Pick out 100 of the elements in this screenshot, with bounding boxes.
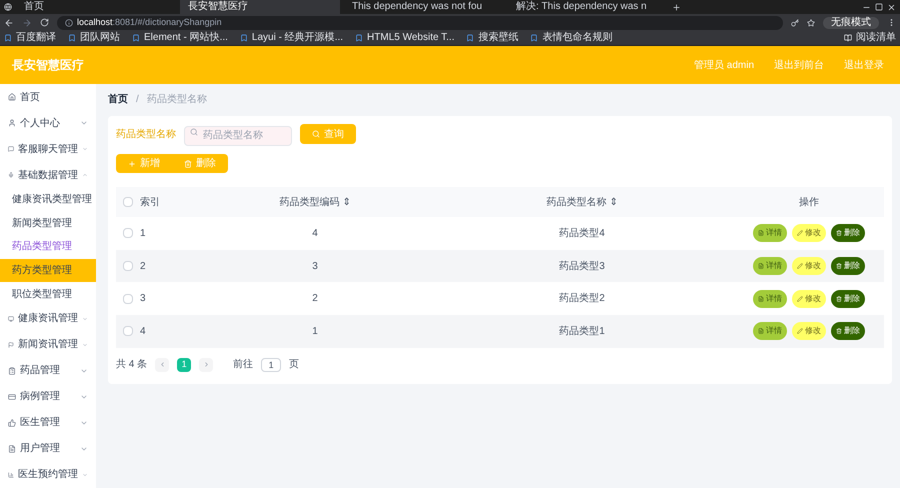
table-cell-text: 药品类型4 [559,226,605,241]
delete-button[interactable]: 删除 [831,290,865,308]
trash-icon [184,160,192,168]
breadcrumb-separator: / [136,92,139,106]
browser-tab[interactable]: This dependency was not fou [344,0,504,14]
sidebar-subitem[interactable]: 药品类型管理 [0,235,96,259]
sidebar-item[interactable]: 用户管理 [0,436,96,462]
edit-button[interactable]: 修改 [792,290,826,308]
maximize-icon[interactable] [875,3,883,11]
sidebar-subitem[interactable]: 药方类型管理 [0,258,96,282]
table-cell: 3 [140,293,146,304]
sidebar-item[interactable]: 健康资讯管理 [0,306,96,332]
checkbox[interactable] [123,197,133,207]
globe-icon [4,3,12,11]
card-icon [8,392,16,401]
browser-tab[interactable]: 首页 [16,0,176,14]
reading-list-button[interactable]: 阅读清单 [856,33,896,43]
checkbox[interactable] [123,228,133,238]
document-icon [758,328,764,334]
column-header[interactable]: 药品类型编码 ⇕ [280,194,350,210]
edit-button[interactable]: 修改 [792,224,826,242]
table-cell-text: 1 [312,324,318,339]
goto-label: 前往 [233,358,254,372]
chat-icon [8,145,14,154]
chevron-left-icon [158,361,166,368]
trash-icon [836,263,842,270]
checkbox[interactable] [123,261,133,272]
clipboard-icon [8,366,16,375]
bookmark-icon [240,34,248,42]
sidebar-item[interactable]: 药品管理 [0,358,96,384]
checkbox[interactable] [123,326,133,336]
url-path: :8081/#/dictionaryShangpin [112,16,222,29]
table-cell-text: 药品类型1 [559,324,605,339]
details-button[interactable]: 详情 [753,257,787,276]
bookmark-link[interactable]: Layui - 经典开源模... [252,33,344,43]
page-input[interactable]: 1 [261,358,282,372]
document-icon [758,263,764,270]
document-icon [8,444,16,453]
key-icon[interactable] [791,18,799,26]
column-header[interactable]: 药品类型名称 ⇕ [546,194,618,210]
profile-chip[interactable]: 无痕模式 [823,16,879,28]
edit-button[interactable]: 修改 [792,257,826,276]
plus-icon [128,160,136,168]
user-icon [8,119,16,128]
thumbs-up-icon [8,418,16,427]
search-icon [190,128,198,136]
table-cell-text: 2 [312,292,318,306]
bookmark-icon [4,34,12,42]
details-button[interactable]: 详情 [753,224,787,242]
sidebar-item[interactable]: 客服聊天管理 [0,136,96,162]
info-icon[interactable] [65,18,73,26]
bar-chart-icon [8,470,14,479]
sidebar-item[interactable]: 首页 [0,84,96,110]
forward-icon[interactable] [22,18,32,28]
bookmark-link[interactable]: 搜索壁纸 [478,33,518,43]
checkbox[interactable] [123,294,133,304]
bookmark-link[interactable]: 团队网站 [80,33,120,43]
chevron-right-icon [202,361,210,368]
new-tab-icon[interactable] [672,2,681,12]
delete-button[interactable]: 删除 [831,322,865,340]
sidebar-item[interactable]: 个人中心 [0,110,96,136]
bookmark-link[interactable]: Element - 网站快... [144,33,228,43]
sidebar-subitem[interactable]: 新闻类型管理 [0,212,96,236]
delete-button[interactable]: 删除 [831,257,865,276]
url-host: localhost [77,16,113,29]
table-cell-text: 药品类型3 [559,260,605,274]
back-icon[interactable] [4,18,14,28]
sidebar-item[interactable]: 医生管理 [0,410,96,436]
pencil-icon [797,230,803,236]
pencil-icon [797,296,803,302]
bookmark-icon [132,34,140,42]
bookmark-icon [466,34,474,42]
sidebar-subitem[interactable]: 职位类型管理 [0,282,96,306]
column-header: 操作 [799,196,819,210]
browser-tab[interactable]: 長安智慧医疗 [180,0,340,14]
sidebar-subitem[interactable]: 健康资讯类型管理 [0,188,96,212]
edit-button[interactable]: 修改 [792,322,826,340]
bookmark-icon [530,34,538,42]
delete-button[interactable]: 删除 [831,224,865,242]
sidebar-item[interactable]: 基础数据管理 [0,162,96,188]
bookmark-link[interactable]: 表情包命名规则 [542,33,612,43]
address-bar[interactable]: localhost:8081/#/dictionaryShangpin [57,16,783,30]
browser-tab[interactable]: 解决: This dependency was n [508,0,668,14]
search-label: 药品类型名称 [116,128,176,142]
reload-icon[interactable] [40,18,49,27]
pencil-icon [797,263,803,270]
details-button[interactable]: 详情 [753,322,787,340]
sidebar-item[interactable]: 病例管理 [0,384,96,410]
details-button[interactable]: 详情 [753,290,787,308]
breadcrumb-item[interactable]: 首页 [108,92,128,106]
table-cell-text: 4 [312,226,318,241]
search-field[interactable]: 药品类型名称 [184,126,292,146]
sidebar-item[interactable]: 新闻资讯管理 [0,332,96,358]
bookmark-link[interactable]: 百度翻译 [16,33,56,43]
pencil-icon [797,328,803,334]
star-icon[interactable] [807,18,815,26]
bookmark-link[interactable]: HTML5 Website T... [367,33,454,43]
document-icon [758,296,764,302]
close-icon[interactable] [887,2,896,12]
sidebar-item[interactable]: 医生预约管理 [0,462,96,488]
